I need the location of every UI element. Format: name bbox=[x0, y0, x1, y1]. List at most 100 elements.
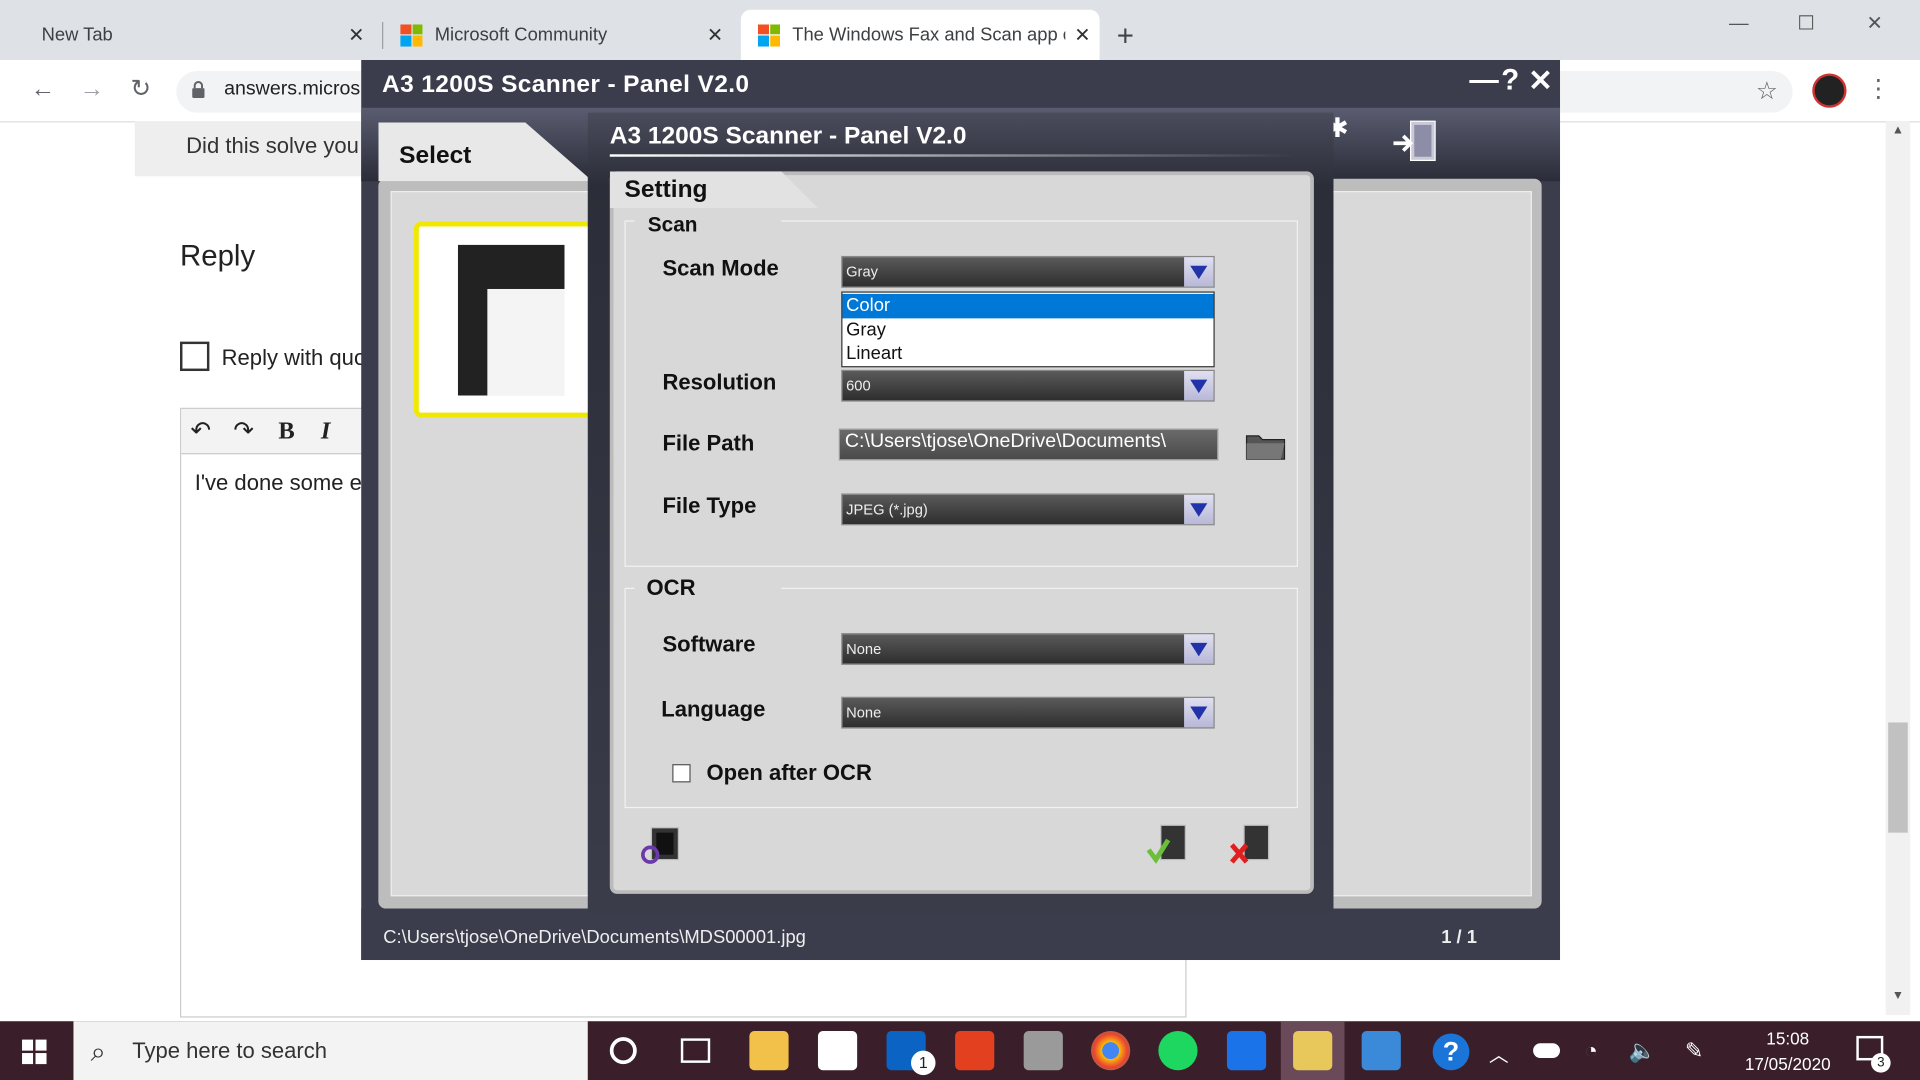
file-path-value: C:\Users\tjose\OneDrive\Documents\ bbox=[844, 431, 1167, 452]
chevron-down-icon[interactable] bbox=[1184, 697, 1214, 728]
tab-label: New Tab bbox=[41, 24, 113, 46]
resolution-select[interactable]: 600 bbox=[841, 369, 1215, 402]
minimize-button[interactable]: — bbox=[1711, 7, 1767, 41]
undo-button[interactable]: ↶ bbox=[184, 414, 218, 448]
folder-icon[interactable] bbox=[1244, 429, 1288, 463]
microsoft-logo-icon bbox=[757, 23, 781, 46]
scanner-panel-taskbar-icon[interactable] bbox=[1293, 1031, 1333, 1071]
microsoft-logo-icon bbox=[400, 23, 423, 46]
scanner-close-button[interactable]: ✕ bbox=[1528, 64, 1553, 100]
page-scrollbar[interactable] bbox=[1885, 121, 1911, 1016]
chrome-icon[interactable] bbox=[1091, 1031, 1131, 1071]
screen: New Tab ✕ Microsoft Community ✕ The Wind… bbox=[0, 0, 1920, 1080]
resolution-value: 600 bbox=[846, 377, 871, 395]
search-icon: ⌕ bbox=[90, 1035, 106, 1067]
redo-button[interactable]: ↷ bbox=[227, 414, 261, 448]
onedrive-icon[interactable] bbox=[1533, 1043, 1561, 1058]
mail-badge: 1 bbox=[911, 1050, 936, 1076]
tab-windows-fax-scan[interactable]: The Windows Fax and Scan app c ✕ bbox=[740, 9, 1100, 61]
task-view-icon[interactable] bbox=[680, 1038, 711, 1063]
scrollbar-thumb[interactable] bbox=[1888, 722, 1908, 833]
software-select[interactable]: None bbox=[841, 633, 1215, 665]
software-value: None bbox=[846, 640, 882, 658]
scanner-help-button[interactable]: ? bbox=[1501, 64, 1519, 98]
chevron-down-icon[interactable] bbox=[1184, 494, 1214, 525]
exit-door-icon[interactable] bbox=[1391, 119, 1440, 166]
scan-mode-value: Gray bbox=[846, 263, 878, 281]
cortana-icon[interactable] bbox=[609, 1037, 637, 1065]
setting-dialog-title: A3 1200S Scanner - Panel V2.0 bbox=[609, 122, 967, 150]
chevron-down-icon[interactable] bbox=[1184, 634, 1214, 664]
scan-mode-dropdown-list: Color Gray Lineart bbox=[841, 291, 1215, 368]
maximize-button[interactable]: ☐ bbox=[1778, 7, 1834, 41]
bold-button[interactable]: B bbox=[269, 414, 303, 448]
url-text[interactable]: answers.micros bbox=[224, 78, 360, 100]
tab-microsoft-community[interactable]: Microsoft Community ✕ bbox=[383, 10, 732, 60]
reload-icon[interactable]: ↻ bbox=[122, 71, 159, 108]
language-select[interactable]: None bbox=[841, 696, 1215, 729]
windows-start-icon[interactable] bbox=[22, 1039, 47, 1065]
scroll-down-icon[interactable]: ▼ bbox=[1892, 989, 1904, 1002]
taskbar-clock[interactable]: 15:08 17/05/2020 bbox=[1739, 1026, 1837, 1077]
scanner-window-title: A3 1200S Scanner - Panel V2.0 bbox=[382, 71, 750, 98]
scroll-up-icon[interactable]: ▲ bbox=[1892, 124, 1904, 137]
tab-new-tab[interactable]: New Tab ✕ bbox=[24, 10, 373, 60]
star-icon[interactable]: ☆ bbox=[1756, 76, 1778, 107]
wifi-icon[interactable]: ◔ bbox=[1585, 1038, 1598, 1064]
solve-question: Did this solve you bbox=[186, 133, 359, 158]
scanner-app-icon[interactable] bbox=[1023, 1031, 1063, 1071]
file-explorer-icon[interactable] bbox=[749, 1031, 789, 1071]
chevron-down-icon[interactable] bbox=[1184, 257, 1214, 287]
scan-mode-option-color[interactable]: Color bbox=[842, 293, 1214, 319]
thumbnail-image-content bbox=[487, 288, 565, 396]
chevron-down-icon[interactable] bbox=[1184, 371, 1214, 401]
new-tab-button[interactable]: + bbox=[1117, 20, 1134, 54]
close-window-button[interactable]: ✕ bbox=[1847, 7, 1903, 41]
help-icon[interactable]: ? bbox=[1432, 1033, 1470, 1071]
close-icon[interactable]: ✕ bbox=[698, 23, 732, 47]
avatar[interactable] bbox=[1812, 73, 1847, 108]
cancel-x-icon[interactable] bbox=[1227, 823, 1276, 867]
reply-with-quote-checkbox[interactable] bbox=[180, 341, 210, 372]
file-type-select[interactable]: JPEG (*.jpg) bbox=[841, 493, 1215, 526]
title-underline bbox=[609, 154, 1296, 157]
close-icon[interactable]: ✕ bbox=[1065, 23, 1099, 47]
italic-button[interactable]: I bbox=[309, 414, 343, 448]
chevron-up-icon[interactable]: ︿ bbox=[1489, 1038, 1509, 1067]
photos-icon[interactable] bbox=[1361, 1031, 1401, 1071]
scanner-minimize-button[interactable]: — bbox=[1469, 64, 1498, 98]
select-tab-label: Select bbox=[399, 142, 472, 169]
reply-heading: Reply bbox=[180, 240, 256, 274]
file-type-label: File Type bbox=[662, 493, 757, 518]
scan-mode-option-gray[interactable]: Gray bbox=[842, 318, 1213, 342]
scan-app-icon[interactable] bbox=[1226, 1031, 1267, 1071]
tab-label: Microsoft Community bbox=[434, 24, 608, 46]
office-icon[interactable] bbox=[955, 1031, 995, 1071]
open-after-ocr-label: Open after OCR bbox=[706, 760, 872, 785]
scan-group-label: Scan bbox=[647, 213, 698, 237]
store-icon[interactable] bbox=[817, 1031, 858, 1071]
volume-icon[interactable]: 🔈 bbox=[1629, 1038, 1656, 1064]
clock-date: 17/05/2020 bbox=[1744, 1054, 1831, 1074]
spotify-icon[interactable] bbox=[1158, 1031, 1198, 1071]
search-placeholder: Type here to search bbox=[132, 1038, 328, 1063]
status-file-path: C:\Users\tjose\OneDrive\Documents\MDS000… bbox=[383, 926, 806, 948]
ok-check-icon[interactable] bbox=[1144, 823, 1193, 867]
software-label: Software bbox=[662, 631, 756, 657]
close-icon[interactable]: ✕ bbox=[339, 23, 373, 47]
pen-icon[interactable]: ✎ bbox=[1685, 1038, 1703, 1064]
ocr-group-label: OCR bbox=[646, 575, 696, 601]
scan-mode-option-lineart[interactable]: Lineart bbox=[842, 342, 1213, 366]
file-path-label: File Path bbox=[662, 431, 755, 456]
open-after-ocr-checkbox[interactable] bbox=[672, 764, 691, 783]
menu-dots-icon[interactable]: ⋮ bbox=[1866, 73, 1890, 104]
page-indicator: 1 / 1 bbox=[1441, 926, 1477, 948]
back-arrow-icon[interactable]: ← bbox=[24, 71, 61, 108]
forward-arrow-icon[interactable]: → bbox=[73, 71, 110, 108]
default-settings-icon[interactable] bbox=[639, 823, 686, 867]
lock-icon bbox=[191, 81, 206, 98]
editor-text[interactable]: I've done some e bbox=[195, 470, 362, 496]
tab-label: The Windows Fax and Scan app c bbox=[792, 24, 1066, 46]
resolution-label: Resolution bbox=[662, 369, 777, 395]
scan-mode-select[interactable]: Gray bbox=[841, 255, 1215, 288]
